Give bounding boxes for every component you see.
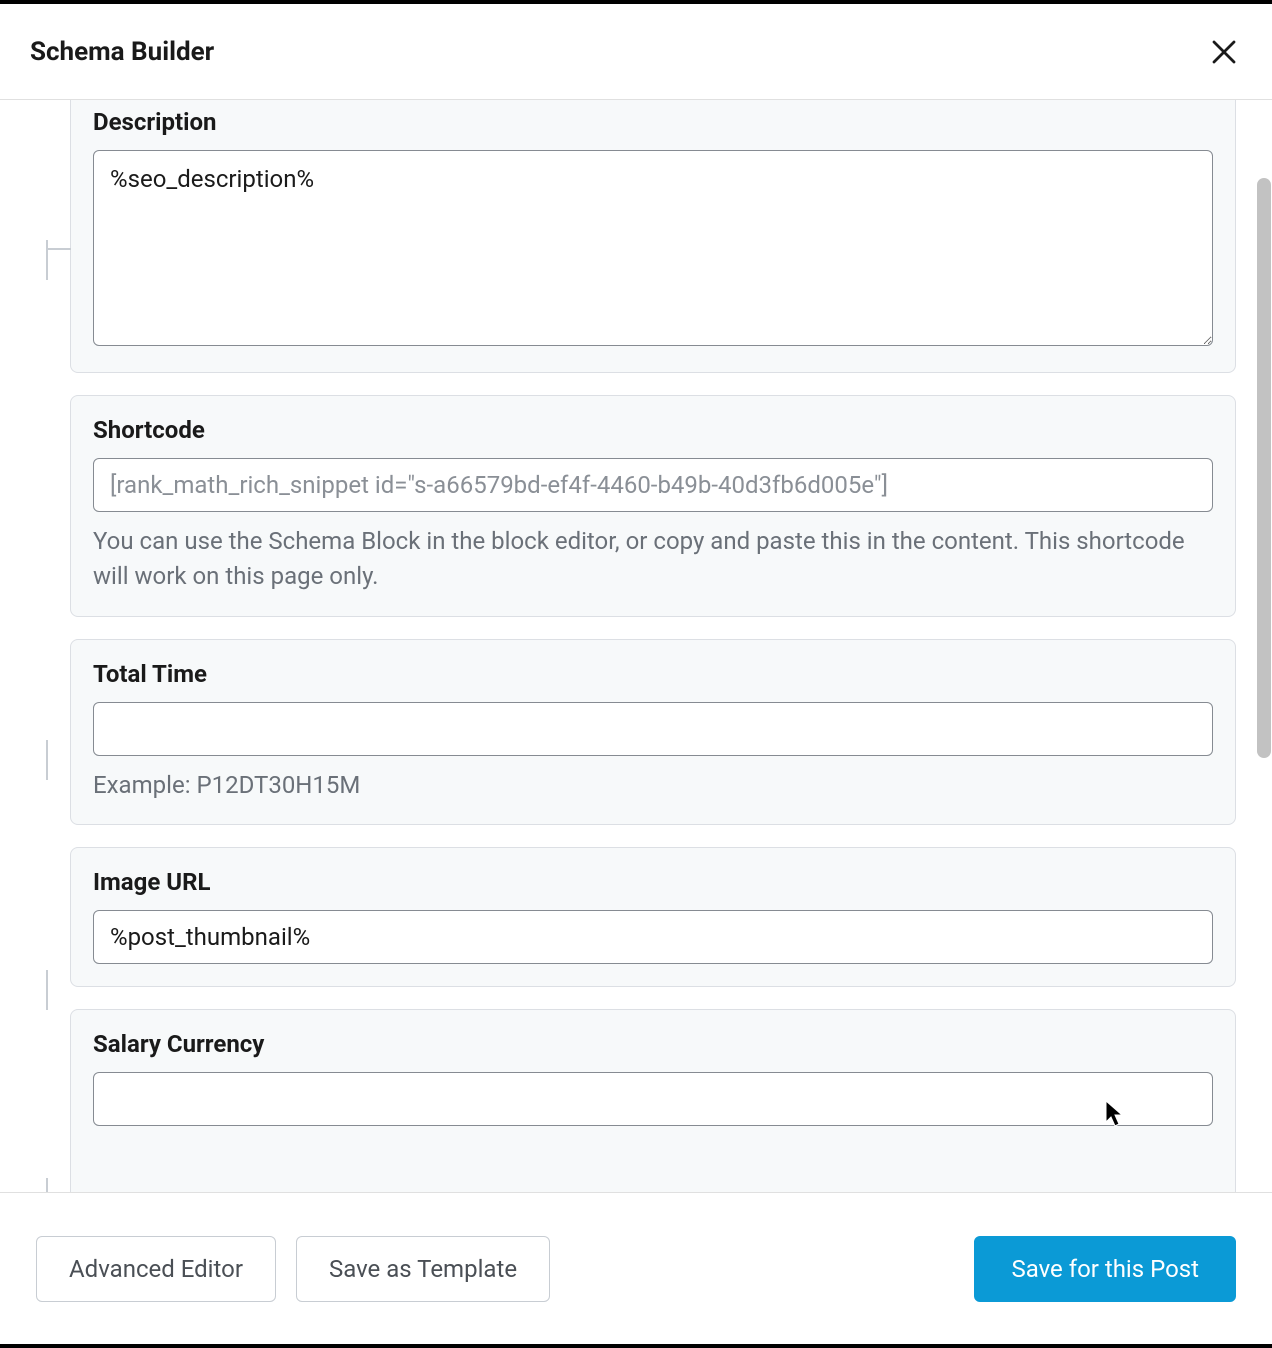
close-icon [1209, 37, 1239, 67]
shortcode-label: Shortcode [93, 416, 1213, 444]
field-card-description: Description [70, 100, 1236, 373]
advanced-editor-button[interactable]: Advanced Editor [36, 1236, 276, 1302]
modal-title: Schema Builder [30, 37, 214, 67]
image-url-input[interactable] [93, 910, 1213, 964]
total-time-help-text: Example: P12DT30H15M [93, 768, 1213, 803]
total-time-label: Total Time [93, 660, 1213, 688]
salary-currency-input[interactable] [93, 1072, 1213, 1126]
field-card-shortcode: Shortcode You can use the Schema Block i… [70, 395, 1236, 617]
image-url-label: Image URL [93, 868, 1213, 896]
content-inner: Description Shortcode You can use the Sc… [0, 100, 1272, 1192]
tree-line [46, 970, 48, 1010]
shortcode-input[interactable] [93, 458, 1213, 512]
salary-currency-label: Salary Currency [93, 1030, 1213, 1058]
description-label: Description [93, 108, 1213, 136]
scrollbar-thumb[interactable] [1257, 178, 1271, 758]
tree-line [46, 240, 48, 280]
save-for-post-button[interactable]: Save for this Post [974, 1236, 1236, 1302]
scrollbar-track[interactable] [1254, 100, 1272, 1192]
field-card-salary-currency: Salary Currency [70, 1009, 1236, 1192]
shortcode-help-text: You can use the Schema Block in the bloc… [93, 524, 1213, 594]
close-button[interactable] [1206, 34, 1242, 70]
description-textarea[interactable] [93, 150, 1213, 346]
save-as-template-button[interactable]: Save as Template [296, 1236, 550, 1302]
tree-connector [47, 248, 71, 250]
tree-line [46, 740, 48, 780]
modal-footer: Advanced Editor Save as Template Save fo… [0, 1192, 1272, 1344]
field-card-total-time: Total Time Example: P12DT30H15M [70, 639, 1236, 826]
tree-line [46, 1178, 48, 1192]
modal-header: Schema Builder [0, 4, 1272, 100]
window-bottom-border [0, 1344, 1272, 1348]
total-time-input[interactable] [93, 702, 1213, 756]
content-scroll-area[interactable]: Description Shortcode You can use the Sc… [0, 100, 1272, 1192]
field-card-image-url: Image URL [70, 847, 1236, 987]
